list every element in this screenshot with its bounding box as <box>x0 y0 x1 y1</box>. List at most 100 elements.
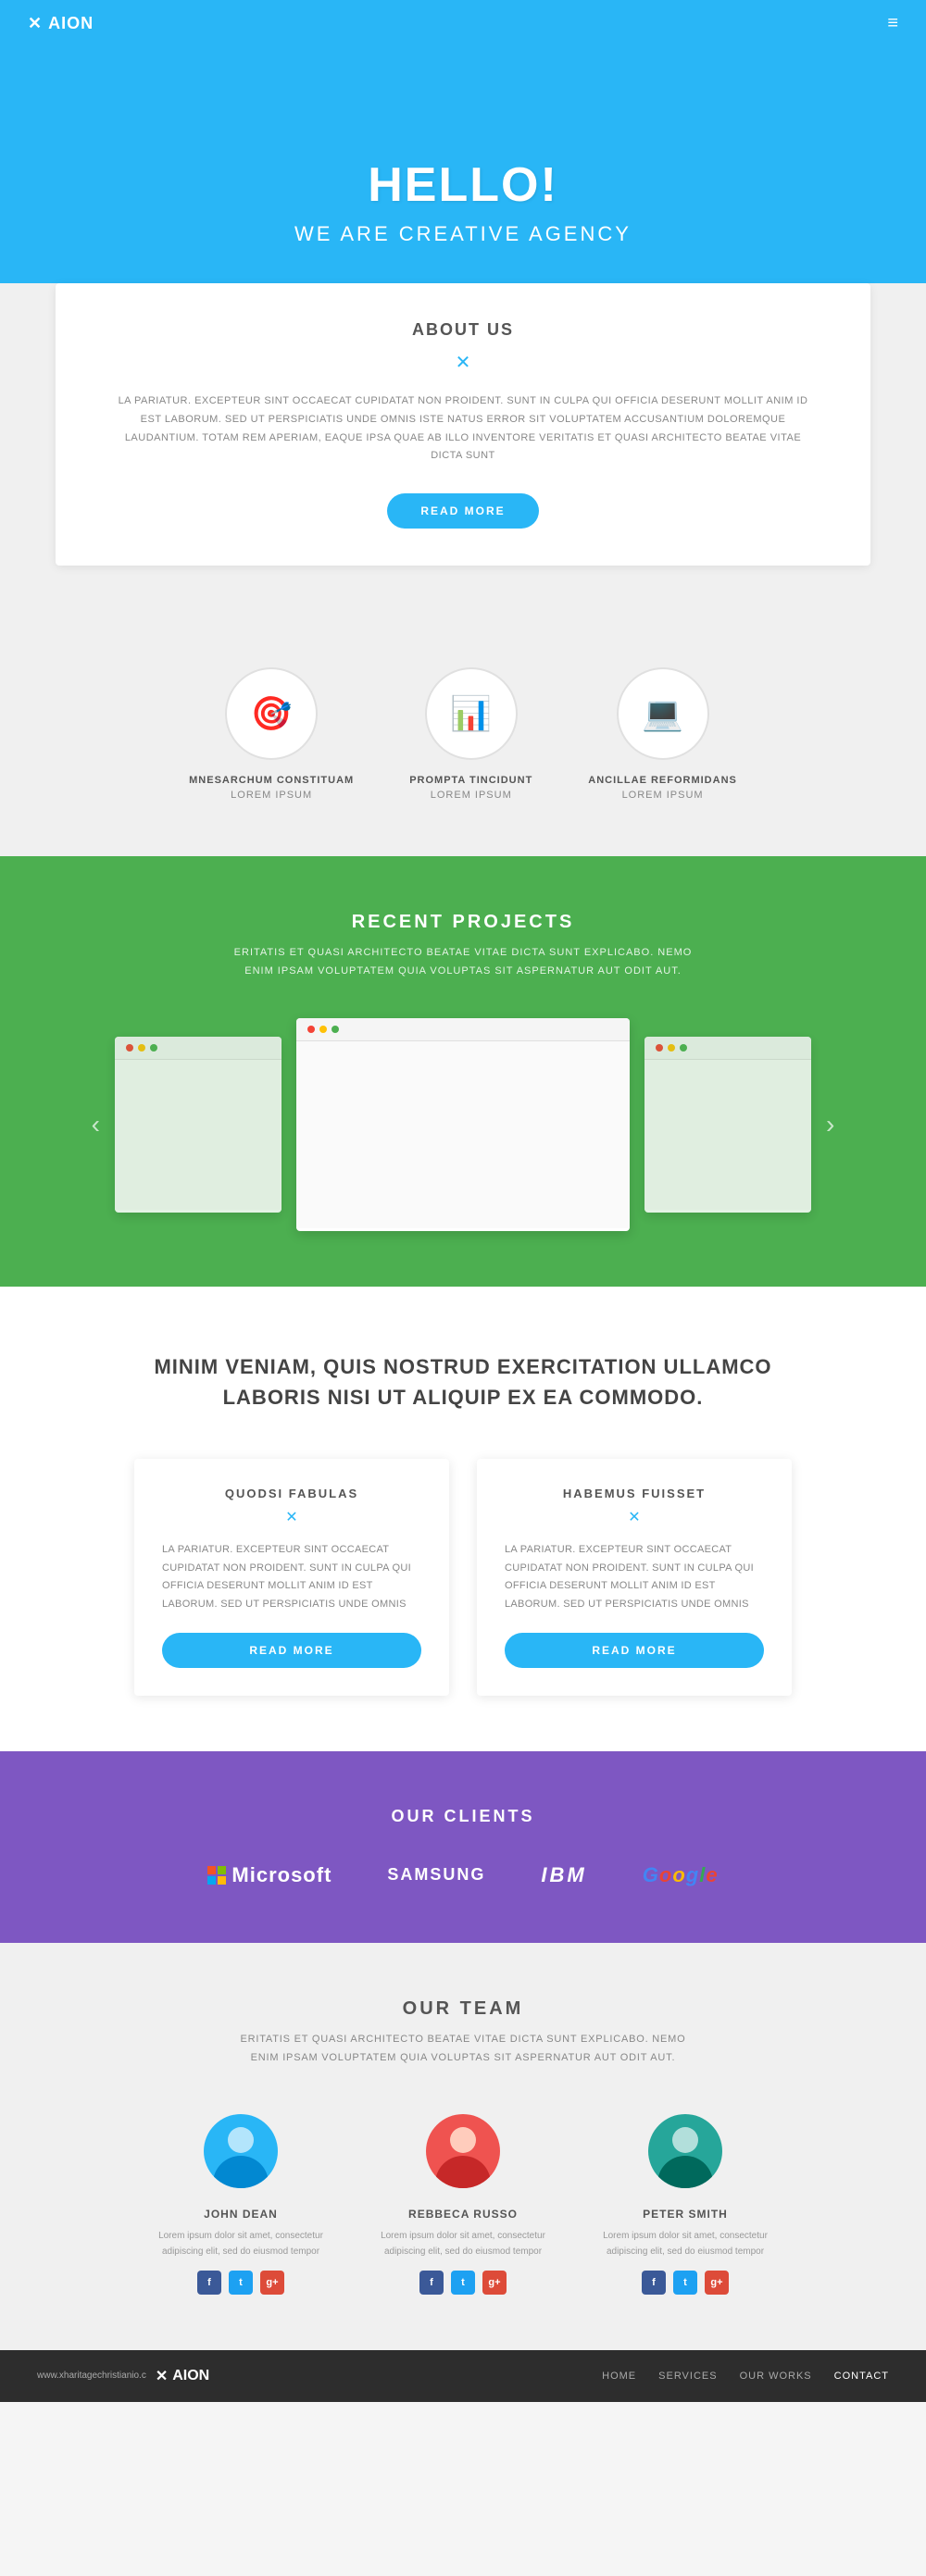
slide-left <box>115 1037 282 1213</box>
footer-left: www.xharitagechristianio.c ✕ AION <box>37 2367 209 2385</box>
card-body-0: LA PARIATUR. EXCEPTEUR SINT OCCAECAT CUP… <box>162 1541 421 1614</box>
slide-top-bar-main <box>296 1018 630 1041</box>
team-member-1: REBBECA RUSSO Lorem ipsum dolor sit amet… <box>370 2114 556 2295</box>
google-btn-1[interactable]: g+ <box>482 2271 507 2295</box>
navbar: ✕ AION ≡ <box>0 0 926 47</box>
projects-slider: ‹ <box>37 1018 889 1231</box>
card-title-0: QUODSI FABULAS <box>162 1487 421 1500</box>
twitter-btn-2[interactable]: t <box>673 2271 697 2295</box>
card-btn-0[interactable]: READ MORE <box>162 1633 421 1668</box>
google-btn-2[interactable]: g+ <box>705 2271 729 2295</box>
footer-logo-text: AION <box>172 2368 209 2384</box>
member-desc-0: Lorem ipsum dolor sit amet, consectetur … <box>148 2228 333 2259</box>
member-desc-2: Lorem ipsum dolor sit amet, consectetur … <box>593 2228 778 2259</box>
feature-subtitle-0: LOREM IPSUM <box>189 790 354 801</box>
feature-subtitle-2: LOREM IPSUM <box>588 790 737 801</box>
facebook-btn-0[interactable]: f <box>197 2271 221 2295</box>
dot-yellow <box>138 1044 145 1052</box>
member-desc-1: Lorem ipsum dolor sit amet, consectetur … <box>370 2228 556 2259</box>
social-icons-0: f t g+ <box>148 2271 333 2295</box>
twitter-btn-1[interactable]: t <box>451 2271 475 2295</box>
footer-nav-works[interactable]: OUR WORKS <box>740 2371 812 2382</box>
facebook-btn-2[interactable]: f <box>642 2271 666 2295</box>
feature-item-2: 💻 ANCILLAE REFORMIDANS LOREM IPSUM <box>588 667 737 801</box>
info-card-1: HABEMUS FUISSET ✕ LA PARIATUR. EXCEPTEUR… <box>477 1459 792 1696</box>
feature-item-1: 📊 PROMPTA TINCIDUNT LOREM IPSUM <box>409 667 532 801</box>
dot-red <box>126 1044 133 1052</box>
client-google: Google <box>643 1863 719 1887</box>
avatar-head-2 <box>672 2127 698 2153</box>
member-name-0: JOHN DEAN <box>148 2208 333 2221</box>
card-divider-0: ✕ <box>162 1508 421 1526</box>
team-title: OUR TEAM <box>74 1998 852 2020</box>
footer-logo-icon: ✕ <box>156 2367 168 2385</box>
feature-title-2: ANCILLAE REFORMIDANS <box>588 775 737 786</box>
feature-icon-2: 💻 <box>617 667 709 760</box>
twitter-btn-0[interactable]: t <box>229 2271 253 2295</box>
slide-right <box>644 1037 811 1213</box>
dot-red-right <box>656 1044 663 1052</box>
navbar-logo[interactable]: ✕ AION <box>28 14 94 33</box>
dot-yellow-right <box>668 1044 675 1052</box>
info-cards-row: QUODSI FABULAS ✕ LA PARIATUR. EXCEPTEUR … <box>74 1459 852 1696</box>
footer-url: www.xharitagechristianio.c <box>37 2371 146 2381</box>
slide-body-right <box>644 1060 811 1210</box>
footer-nav-services[interactable]: SERVICES <box>658 2371 717 2382</box>
avatar-2 <box>648 2114 722 2188</box>
dot-green-main <box>332 1026 339 1033</box>
card-body-1: LA PARIATUR. EXCEPTEUR SINT OCCAECAT CUP… <box>505 1541 764 1614</box>
feature-subtitle-1: LOREM IPSUM <box>409 790 532 801</box>
social-icons-2: f t g+ <box>593 2271 778 2295</box>
microsoft-label: Microsoft <box>232 1863 332 1887</box>
google-btn-0[interactable]: g+ <box>260 2271 284 2295</box>
avatar-0 <box>204 2114 278 2188</box>
footer-nav-home[interactable]: HOME <box>602 2371 636 2382</box>
slide-top-bar-right <box>644 1037 811 1060</box>
avatar-shape-1 <box>435 2156 491 2188</box>
avatar-head-0 <box>228 2127 254 2153</box>
dot-yellow-main <box>319 1026 327 1033</box>
dot-red-main <box>307 1026 315 1033</box>
social-icons-1: f t g+ <box>370 2271 556 2295</box>
about-body: LA PARIATUR. EXCEPTEUR SINT OCCAECAT CUP… <box>111 392 815 466</box>
slide-top-bar-left <box>115 1037 282 1060</box>
clients-title: OUR CLIENTS <box>74 1807 852 1826</box>
about-title: ABOUT US <box>111 320 815 340</box>
quote-text: MINIM VENIAM, QUIS NOSTRUD EXERCITATION … <box>74 1351 852 1412</box>
avatar-body-1 <box>426 2114 500 2188</box>
slides-container <box>115 1018 811 1231</box>
team-member-0: JOHN DEAN Lorem ipsum dolor sit amet, co… <box>148 2114 333 2295</box>
ibm-label: IBM <box>541 1863 586 1887</box>
about-read-more-button[interactable]: READ MORE <box>387 493 538 529</box>
hero-title: HELLO! <box>37 157 889 213</box>
about-section: ABOUT US ✕ LA PARIATUR. EXCEPTEUR SINT O… <box>0 283 926 621</box>
logo-x-icon: ✕ <box>28 14 43 33</box>
microsoft-icon <box>207 1866 226 1885</box>
avatar-body-2 <box>648 2114 722 2188</box>
prev-arrow[interactable]: ‹ <box>77 1110 115 1139</box>
avatar-head-1 <box>450 2127 476 2153</box>
logo-text: AION <box>48 14 94 33</box>
slide-body-main <box>296 1041 630 1228</box>
footer-logo: ✕ AION <box>156 2367 209 2385</box>
dot-green <box>150 1044 157 1052</box>
about-card: ABOUT US ✕ LA PARIATUR. EXCEPTEUR SINT O… <box>56 283 870 566</box>
google-label: Google <box>643 1863 719 1887</box>
card-btn-1[interactable]: READ MORE <box>505 1633 764 1668</box>
client-samsung: SAMSUNG <box>387 1865 485 1885</box>
team-subtitle: ERITATIS ET QUASI ARCHITECTO BEATAE VITA… <box>74 2031 852 2068</box>
next-arrow[interactable]: › <box>811 1110 849 1139</box>
card-title-1: HABEMUS FUISSET <box>505 1487 764 1500</box>
hero-section: HELLO! WE ARE CREATIVE AGENCY <box>0 46 926 320</box>
team-members: JOHN DEAN Lorem ipsum dolor sit amet, co… <box>74 2114 852 2295</box>
clients-logos: Microsoft SAMSUNG IBM Google <box>74 1863 852 1887</box>
hamburger-menu[interactable]: ≡ <box>887 13 898 34</box>
card-divider-1: ✕ <box>505 1508 764 1526</box>
client-microsoft: Microsoft <box>207 1863 332 1887</box>
team-member-2: PETER SMITH Lorem ipsum dolor sit amet, … <box>593 2114 778 2295</box>
slide-main <box>296 1018 630 1231</box>
samsung-label: SAMSUNG <box>387 1865 485 1885</box>
facebook-btn-1[interactable]: f <box>419 2271 444 2295</box>
feature-title-0: MNESARCHUM CONSTITUAM <box>189 775 354 786</box>
footer-nav-contact[interactable]: CONTACT <box>834 2371 889 2382</box>
